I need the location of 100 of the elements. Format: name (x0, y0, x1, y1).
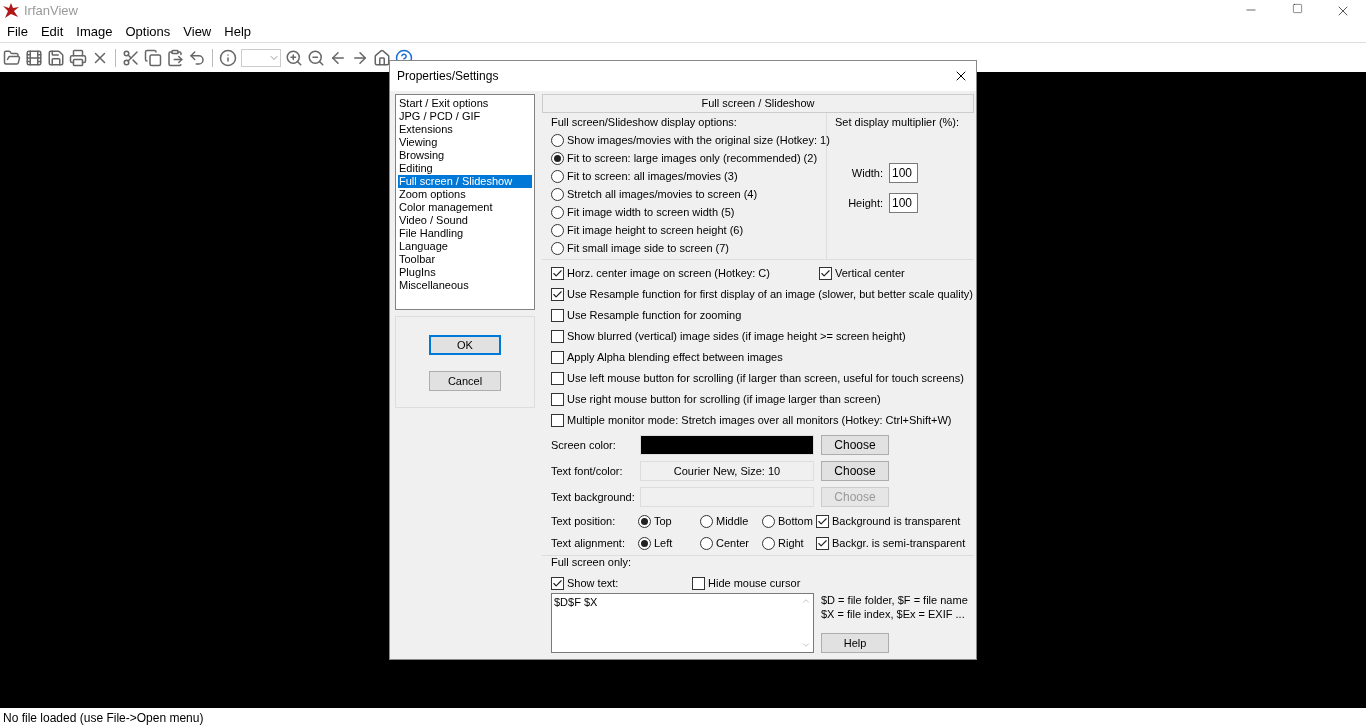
menu-item[interactable]: Image (76, 22, 113, 42)
checkbox-label: Show blurred (vertical) image sides (if image height >= screen height) (567, 329, 906, 343)
toolbar-icon[interactable] (144, 48, 162, 67)
font-display: Courier New, Size: 10 (640, 461, 814, 481)
menu-item[interactable]: Help (224, 22, 251, 42)
radio-button[interactable] (762, 536, 775, 550)
radio-button[interactable] (551, 205, 564, 219)
checkbox-label: Use Resample function for zooming (567, 308, 742, 322)
radio-button[interactable] (551, 151, 564, 165)
toolbar-icon[interactable] (25, 48, 43, 67)
toolbar-icon[interactable] (166, 48, 184, 67)
radio-button[interactable] (551, 223, 564, 237)
app-logo-icon (2, 2, 20, 20)
category-item[interactable]: PlugIns (398, 266, 532, 279)
dialog-button[interactable]: OK (429, 335, 501, 355)
radio-label: Right (778, 536, 804, 550)
radio-label: Top (654, 514, 672, 528)
toolbar-icon[interactable] (188, 48, 206, 67)
radio-label: Center (716, 536, 750, 550)
category-item[interactable]: Language (398, 240, 532, 253)
toolbar-icon[interactable] (219, 48, 237, 67)
radio-label: Bottom (778, 514, 813, 528)
checkbox-label: Horz. center image on screen (Hotkey: C) (567, 266, 770, 280)
radio-button[interactable] (700, 536, 713, 550)
checkbox[interactable] (551, 413, 564, 427)
checkbox[interactable] (551, 308, 564, 322)
row-label: Screen color: (551, 438, 617, 452)
checkbox-label: Apply Alpha blending effect between images (567, 350, 783, 364)
checkbox[interactable] (816, 514, 829, 528)
checkbox[interactable] (551, 287, 564, 301)
category-item[interactable]: JPG / PCD / GIF (398, 110, 532, 123)
number-field[interactable]: 100 (889, 163, 918, 183)
row-label: Text position: (551, 514, 617, 528)
choose-button[interactable]: Choose (821, 435, 889, 455)
radio-label: Fit to screen: large images only (recommended) (2) (567, 151, 818, 165)
radio-button[interactable] (551, 169, 564, 183)
toolbar-icon[interactable] (122, 48, 140, 67)
category-item[interactable]: Start / Exit options (398, 97, 532, 110)
category-item[interactable]: Zoom options (398, 188, 532, 201)
radio-label: Middle (716, 514, 749, 528)
category-item[interactable]: Video / Sound (398, 214, 532, 227)
radio-button[interactable] (700, 514, 713, 528)
radio-label: Stretch all images/movies to screen (4) (567, 187, 758, 201)
toolbar-icon[interactable] (3, 48, 21, 67)
toolbar-icon[interactable] (307, 48, 325, 67)
category-item[interactable]: Viewing (398, 136, 532, 149)
checkbox-label: Multiple monitor mode: Stretch images over all monitors (Hotkey: Ctrl+Shift+W) (567, 413, 952, 427)
menu-item[interactable]: Options (125, 22, 171, 42)
category-item[interactable]: Editing (398, 162, 532, 175)
help-button[interactable]: Help (821, 633, 889, 653)
row-label: Text background: (551, 490, 636, 504)
radio-button[interactable] (551, 241, 564, 255)
checkbox-label: Hide mouse cursor (708, 576, 801, 590)
category-item[interactable]: Extensions (398, 123, 532, 136)
hint-text: $X = file index, $Ex = EXIF ... (821, 607, 966, 621)
checkbox-label: Use right mouse button for scrolling (if image larger than screen) (567, 392, 881, 406)
category-item[interactable]: Toolbar (398, 253, 532, 266)
checkbox[interactable] (551, 392, 564, 406)
radio-label: Fit image width to screen width (5) (567, 205, 735, 219)
checkbox-label: Use left mouse button for scrolling (if larger than screen, useful for touch screens) (567, 371, 964, 385)
checkbox-label: Show text: (567, 576, 619, 590)
group-title: Full screen/Slideshow display options: (551, 116, 738, 129)
radio-button[interactable] (638, 514, 651, 528)
menu-item[interactable]: View (183, 22, 212, 42)
hint-text: $D = file folder, $F = file name (821, 593, 968, 607)
checkbox[interactable] (819, 266, 832, 280)
checkbox[interactable] (551, 576, 564, 590)
window-title: IrfanView (24, 2, 78, 21)
toolbar-icon[interactable] (47, 48, 65, 67)
choose-button[interactable]: Choose (821, 461, 889, 481)
checkbox[interactable] (692, 576, 705, 590)
radio-button[interactable] (551, 187, 564, 201)
checkbox[interactable] (551, 350, 564, 364)
checkbox[interactable] (551, 329, 564, 343)
radio-label: Show images/movies with the original size (Hotkey: 1) (567, 133, 830, 147)
checkbox[interactable] (551, 371, 564, 385)
toolbar-icon[interactable] (285, 48, 303, 67)
category-item[interactable]: Color management (398, 201, 532, 214)
radio-button[interactable] (551, 133, 564, 147)
checkbox[interactable] (551, 266, 564, 280)
page-header: Full screen / Slideshow (542, 94, 974, 113)
menu-item[interactable]: Edit (40, 22, 64, 42)
menu-item[interactable]: File (7, 22, 28, 42)
radio-label: Left (654, 536, 673, 550)
checkbox-label: Backgr. is semi-transparent (832, 536, 966, 550)
category-item[interactable]: Miscellaneous (398, 279, 532, 292)
row-label: Text font/color: (551, 464, 624, 478)
category-item[interactable]: Full screen / Slideshow (398, 175, 532, 188)
category-item[interactable]: Browsing (398, 149, 532, 162)
dialog-button[interactable]: Cancel (429, 371, 501, 391)
radio-label: Fit small image side to screen (7) (567, 241, 729, 255)
radio-label: Fit to screen: all images/movies (3) (567, 169, 738, 183)
number-field[interactable]: 100 (889, 193, 918, 213)
category-item[interactable]: File Handling (398, 227, 532, 240)
radio-button[interactable] (762, 514, 775, 528)
checkbox[interactable] (816, 536, 829, 550)
toolbar-icon[interactable] (69, 48, 87, 67)
dialog-title: Properties/Settings (397, 69, 499, 83)
toolbar-icon[interactable] (373, 48, 391, 67)
radio-button[interactable] (638, 536, 651, 550)
